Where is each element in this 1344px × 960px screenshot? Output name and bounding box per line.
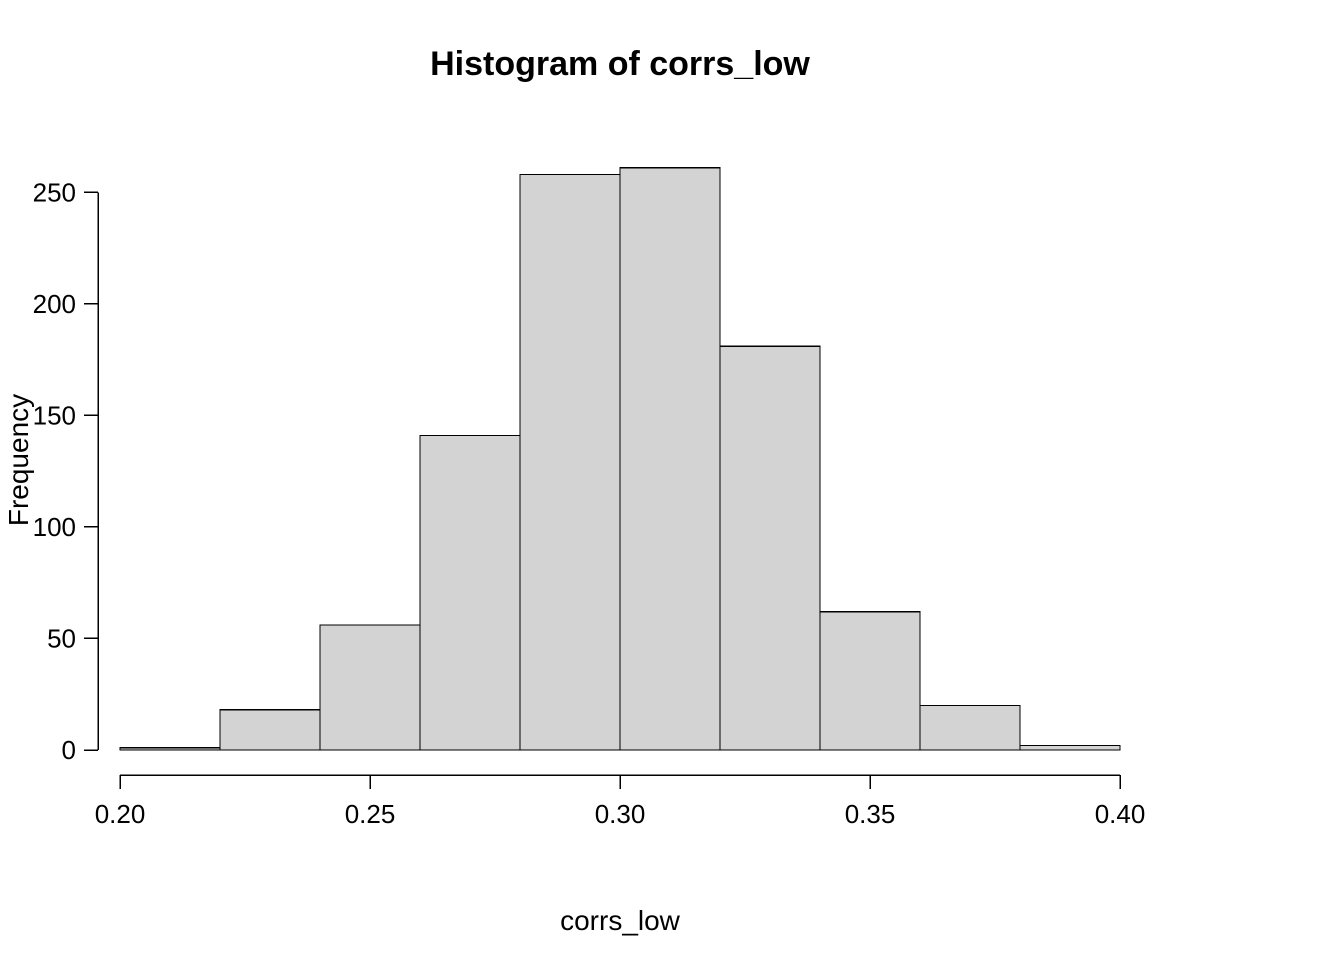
y-tick-label: 250: [33, 177, 76, 207]
plot-area: [120, 168, 1120, 750]
histogram-bar: [620, 168, 720, 750]
histogram-bar: [720, 346, 820, 750]
chart-container: { "chart_data": { "type": "bar", "title"…: [0, 0, 1344, 960]
y-tick-label: 0: [62, 735, 76, 765]
histogram-bar: [1020, 746, 1120, 750]
x-tick-label: 0.40: [1095, 799, 1146, 829]
x-axis-label: corrs_low: [560, 905, 681, 936]
y-tick-label: 50: [47, 623, 76, 653]
x-tick-label: 0.35: [845, 799, 896, 829]
histogram-bar: [820, 612, 920, 750]
y-axis-label: Frequency: [3, 394, 34, 526]
histogram-bar: [120, 748, 220, 750]
x-tick-label: 0.25: [345, 799, 396, 829]
x-tick-label: 0.30: [595, 799, 646, 829]
y-tick-label: 150: [33, 400, 76, 430]
histogram-bar: [220, 710, 320, 750]
chart-title: Histogram of corrs_low: [430, 45, 810, 83]
y-tick-label: 100: [33, 512, 76, 542]
histogram-bar: [320, 625, 420, 750]
histogram-bar: [420, 435, 520, 750]
histogram-bar: [920, 705, 1020, 750]
y-axis-ticks: [84, 192, 98, 750]
histogram-bar: [520, 174, 620, 750]
x-axis-ticks: [120, 775, 1120, 789]
histogram-plot: Histogram of corrs_low Frequency corrs_l…: [0, 0, 1344, 960]
x-tick-label: 0.20: [95, 799, 146, 829]
y-tick-label: 200: [33, 289, 76, 319]
